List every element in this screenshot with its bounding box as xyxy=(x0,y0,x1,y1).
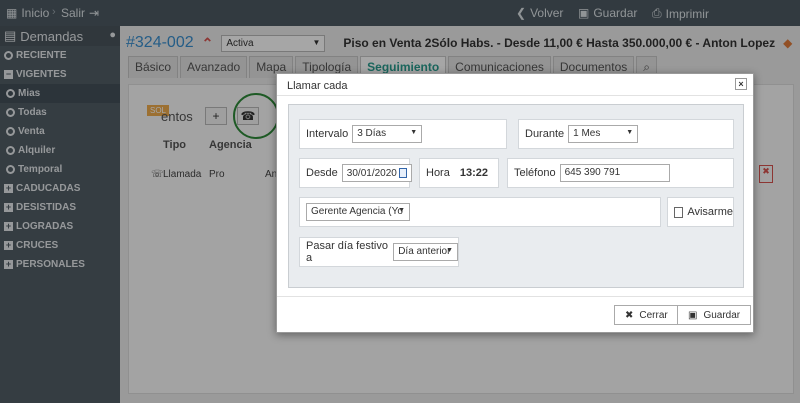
intervalo-select[interactable]: 3 Días ▼ xyxy=(352,125,423,143)
avisarme-group: Avisarme xyxy=(667,197,734,227)
hora-group: Hora 13:22 xyxy=(419,158,499,188)
festivo-group: Pasar día festivo a Día anterior ▼ xyxy=(299,237,459,267)
desde-date-input[interactable]: 30/01/2020 xyxy=(341,164,412,182)
close-icon[interactable]: × xyxy=(735,78,747,90)
durante-select[interactable]: 1 Mes ▼ xyxy=(568,125,639,143)
caret-down-icon: ▼ xyxy=(398,207,405,214)
caret-down-icon: ▼ xyxy=(446,247,453,254)
intervalo-group: Intervalo 3 Días ▼ xyxy=(299,119,507,149)
guardar-button[interactable]: ▣ Guardar xyxy=(677,305,752,325)
hora-value: 13:22 xyxy=(459,167,488,179)
responsable-select[interactable]: Gerente Agencia (Yo ▼ xyxy=(306,203,410,221)
caret-down-icon: ▼ xyxy=(410,129,418,136)
telefono-group: Teléfono 645 390 791 xyxy=(507,158,734,188)
responsable-group: Gerente Agencia (Yo ▼ xyxy=(299,197,661,227)
avisarme-checkbox[interactable] xyxy=(674,206,684,218)
llamar-cada-dialog: Llamar cada × Intervalo 3 Días ▼ Durante… xyxy=(276,73,754,333)
dialog-body: Intervalo 3 Días ▼ Durante 1 Mes ▼ Desde… xyxy=(288,104,744,288)
cerrar-button[interactable]: ✖ Cerrar xyxy=(614,305,679,325)
telefono-input[interactable]: 645 390 791 xyxy=(559,164,670,182)
festivo-select[interactable]: Día anterior ▼ xyxy=(393,243,458,261)
desde-group: Desde 30/01/2020 xyxy=(299,158,412,188)
durante-group: Durante 1 Mes ▼ xyxy=(518,119,734,149)
save-icon: ▣ xyxy=(688,309,698,321)
dialog-footer: ✖ Cerrar ▣ Guardar xyxy=(277,296,753,332)
close-x-icon: ✖ xyxy=(625,309,634,321)
calendar-icon[interactable] xyxy=(398,168,407,178)
caret-down-icon: ▼ xyxy=(626,129,634,136)
dialog-title-bar: Llamar cada × xyxy=(277,74,753,96)
